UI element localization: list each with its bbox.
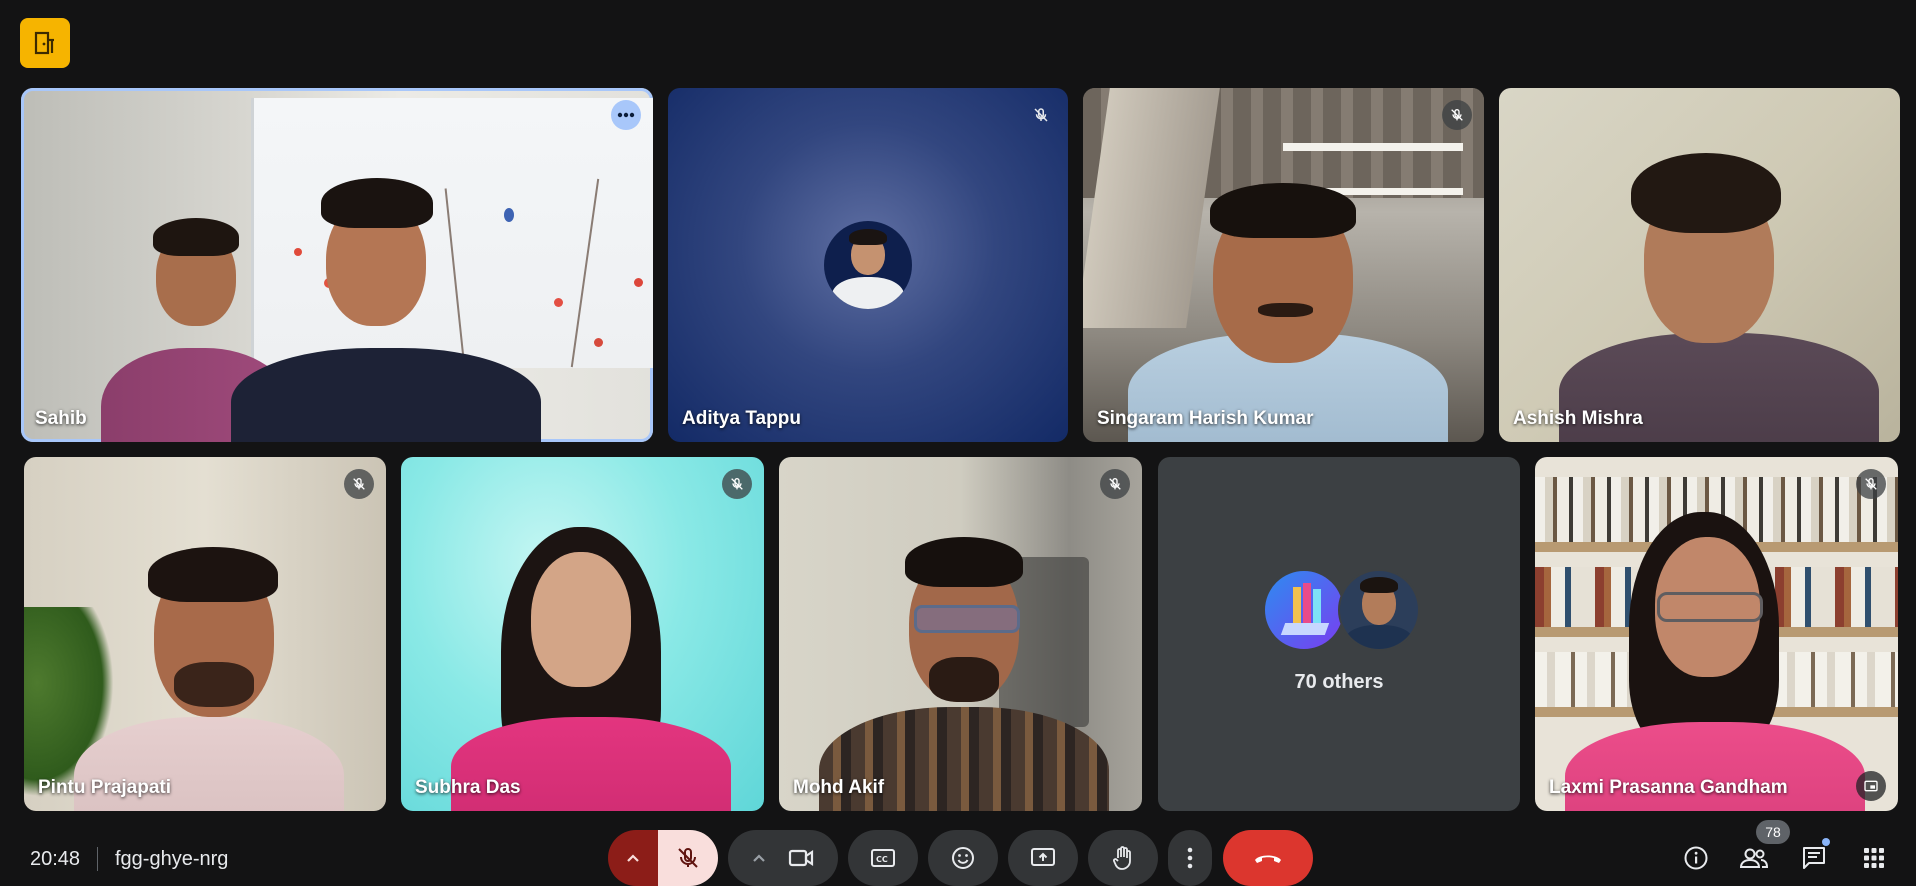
activities-button[interactable] bbox=[1850, 830, 1898, 886]
participant-name: Subhra Das bbox=[415, 777, 521, 798]
info-icon bbox=[1684, 846, 1708, 870]
meet-logo-door-icon bbox=[20, 18, 70, 68]
mic-off-icon bbox=[678, 847, 698, 868]
mic-off-icon bbox=[1109, 477, 1121, 490]
participant-name: Ashish Mishra bbox=[1513, 408, 1643, 429]
muted-indicator bbox=[722, 469, 752, 499]
mic-off-icon bbox=[353, 477, 365, 490]
participant-name: Singaram Harish Kumar bbox=[1097, 408, 1314, 429]
chevron-up-icon bbox=[753, 854, 765, 862]
mic-off-icon bbox=[1865, 477, 1877, 490]
meeting-time: 20:48 bbox=[30, 848, 81, 870]
muted-indicator bbox=[1856, 469, 1886, 499]
video-tile-pintu-prajapati[interactable]: Pintu Prajapati bbox=[24, 457, 386, 811]
more-vert-icon bbox=[1187, 847, 1193, 869]
call-end-icon bbox=[1255, 855, 1281, 863]
video-tile-laxmi-prasanna-gandham[interactable]: Laxmi Prasanna Gandham bbox=[1535, 457, 1898, 811]
participant-name: Laxmi Prasanna Gandham bbox=[1549, 777, 1788, 798]
others-count-label: 70 others bbox=[1294, 671, 1384, 693]
avatar bbox=[1263, 569, 1345, 651]
avatar bbox=[824, 221, 912, 309]
others-tile[interactable]: 70 others bbox=[1158, 457, 1520, 811]
people-button[interactable] bbox=[1730, 830, 1778, 886]
avatar bbox=[1338, 569, 1420, 651]
reactions-button[interactable] bbox=[928, 830, 998, 886]
participant-name: Pintu Prajapati bbox=[38, 777, 172, 798]
muted-indicator bbox=[1442, 100, 1472, 130]
video-options-button[interactable] bbox=[728, 830, 838, 886]
participant-name: Mohd Akif bbox=[793, 777, 885, 798]
video-tile-aditya-tappu[interactable]: Aditya Tappu bbox=[668, 88, 1068, 442]
divider bbox=[97, 847, 98, 871]
more-horiz-icon bbox=[617, 112, 635, 118]
raise-hand-icon bbox=[1113, 846, 1131, 870]
captions-button[interactable]: CC bbox=[848, 830, 918, 886]
muted-indicator bbox=[1026, 100, 1056, 130]
apps-grid-icon bbox=[1864, 848, 1884, 868]
chevron-up-icon bbox=[627, 854, 639, 862]
leave-call-button[interactable] bbox=[1223, 830, 1313, 886]
notification-dot bbox=[1822, 838, 1830, 846]
video-tile-mohd-akif[interactable]: Mohd Akif bbox=[779, 457, 1142, 811]
meeting-details-button[interactable] bbox=[1672, 830, 1720, 886]
videocam-icon bbox=[788, 849, 814, 867]
participant-name: Aditya Tappu bbox=[682, 408, 801, 429]
svg-text:CC: CC bbox=[876, 855, 888, 864]
people-icon bbox=[1739, 848, 1769, 868]
present-screen-button[interactable] bbox=[1008, 830, 1078, 886]
chat-button[interactable] bbox=[1790, 830, 1838, 886]
participant-name: Sahib bbox=[35, 408, 87, 429]
video-tile-subhra-das[interactable]: Subhra Das bbox=[401, 457, 764, 811]
chat-icon bbox=[1803, 847, 1825, 869]
closed-caption-icon: CC bbox=[871, 849, 895, 867]
present-screen-icon bbox=[1031, 848, 1055, 866]
muted-indicator bbox=[344, 469, 374, 499]
muted-indicator bbox=[1100, 469, 1130, 499]
video-tile-ashish-mishra[interactable]: Ashish Mishra bbox=[1499, 88, 1900, 442]
raise-hand-button[interactable] bbox=[1088, 830, 1158, 886]
meeting-code: fgg-ghye-nrg bbox=[115, 848, 229, 870]
mic-off-icon bbox=[1451, 108, 1463, 121]
more-options-button[interactable] bbox=[611, 100, 641, 130]
video-tile-singaram-harish-kumar[interactable]: Singaram Harish Kumar bbox=[1083, 88, 1484, 442]
mic-off-icon bbox=[731, 477, 743, 490]
microphone-toggle-button[interactable] bbox=[658, 830, 718, 886]
mic-off-icon bbox=[1034, 108, 1048, 122]
more-options-button[interactable] bbox=[1168, 830, 1212, 886]
audio-options-button[interactable] bbox=[608, 830, 658, 886]
emoji-icon bbox=[952, 847, 974, 869]
video-tile-sahib[interactable]: Sahib bbox=[21, 88, 653, 442]
picture-in-picture-icon[interactable] bbox=[1856, 771, 1886, 801]
wall-painting bbox=[251, 98, 653, 368]
